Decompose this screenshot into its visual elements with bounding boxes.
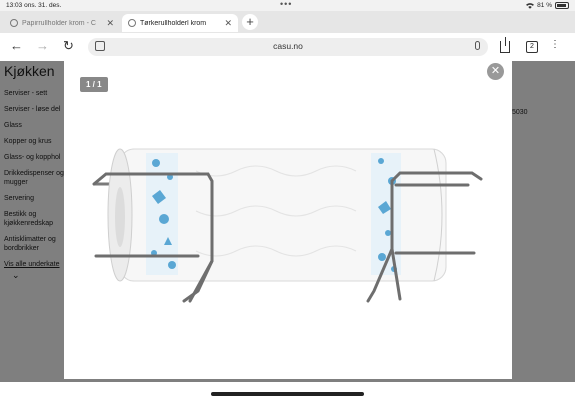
lightbox-close-button[interactable]: ✕: [487, 63, 504, 80]
status-bar: 13:03 ons. 31. des. ••• 81 %: [0, 0, 575, 11]
status-time: 13:03 ons. 31. des.: [6, 2, 62, 9]
tab-switcher-button[interactable]: 2: [526, 41, 538, 53]
site-favicon-icon: [10, 19, 18, 27]
close-icon[interactable]: ✕: [224, 18, 232, 29]
tab-title: Tørkerullholderl krom: [140, 19, 207, 27]
new-tab-button[interactable]: +: [242, 14, 258, 30]
close-icon[interactable]: ✕: [106, 18, 114, 29]
browser-toolbar: ← → ↻ casu.no 2 ⋮: [0, 33, 575, 61]
home-indicator[interactable]: [211, 392, 364, 396]
forward-button[interactable]: →: [36, 38, 49, 53]
share-icon[interactable]: [500, 37, 510, 53]
image-counter: 1 / 1: [80, 77, 108, 92]
tab-bar: Papirrullholder krom - C ✕ Tørkerullhold…: [0, 11, 575, 33]
address-bar[interactable]: casu.no: [88, 38, 488, 56]
tab-torkerullholder[interactable]: Tørkerullholderl krom ✕: [122, 14, 238, 32]
status-right: 81 %: [526, 2, 569, 9]
microphone-icon[interactable]: [475, 41, 480, 50]
bottom-bar: [0, 382, 575, 400]
more-menu-icon[interactable]: ⋮: [550, 39, 561, 50]
reload-button[interactable]: ↻: [63, 38, 74, 54]
battery-percent: 81 %: [537, 2, 552, 9]
url-text: casu.no: [273, 41, 303, 51]
image-lightbox: 1 / 1 ✕: [64, 61, 512, 379]
battery-icon: [555, 2, 569, 9]
back-button[interactable]: ←: [10, 38, 23, 53]
multitask-dots-icon[interactable]: •••: [280, 0, 292, 9]
tab-papirrullholder[interactable]: Papirrullholder krom - C ✕: [4, 14, 120, 32]
tab-title: Papirrullholder krom - C: [22, 19, 96, 27]
wifi-icon: [526, 3, 535, 9]
site-favicon-icon: [128, 19, 136, 27]
paper-towel-holder-image: [92, 148, 483, 303]
